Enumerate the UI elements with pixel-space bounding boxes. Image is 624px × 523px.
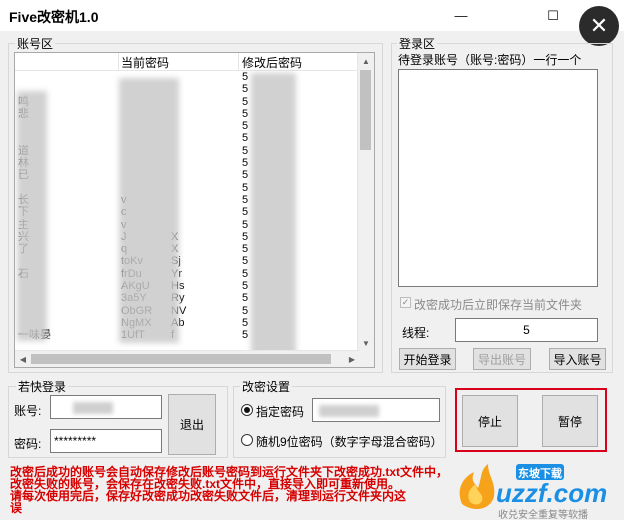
new-password-cell: 5 (242, 267, 249, 280)
notice-line: 误 (10, 501, 23, 515)
password-input[interactable]: ********* (50, 429, 162, 453)
start-login-button[interactable]: 开始登录 (399, 348, 456, 370)
account-label: 账号: (14, 404, 42, 418)
table-row[interactable]: 已5 (15, 169, 360, 181)
new-password-cell: 5 (242, 230, 249, 243)
table-row[interactable]: NgMX5Ab (15, 317, 360, 329)
title-bar: Five改密机1.0 — ☐ (0, 0, 624, 31)
redaction-blur (17, 91, 47, 341)
column-header-new-password[interactable]: 修改后密码 (242, 54, 302, 71)
watermark-brand: uzzf.com (496, 478, 608, 508)
accounts-group-label: 账号区 (15, 35, 56, 52)
list-rows: 55鸣5悲555道5林5已55长v5下c5主v5兴J5X了q5XtoKv5Sj石… (15, 71, 360, 342)
new-password-cell: 5 (242, 95, 249, 108)
login-group-label: 登录区 (397, 35, 438, 52)
export-accounts-button[interactable]: 导出账号 (473, 348, 531, 370)
import-accounts-button[interactable]: 导入账号 (549, 348, 606, 370)
new-password-cell: 5 (242, 169, 249, 182)
new-password-cell: 5 (242, 206, 249, 219)
password-label: 密码: (14, 437, 42, 451)
new-password-cell: 5 (242, 255, 249, 268)
table-row[interactable]: 道5 (15, 145, 360, 157)
close-button[interactable]: ✕ (579, 6, 619, 46)
table-row[interactable]: 长v5 (15, 194, 360, 206)
column-header-current-password[interactable]: 当前密码 (121, 54, 169, 71)
save-checkbox[interactable]: ✓ (400, 297, 411, 308)
specified-password-input[interactable] (312, 398, 440, 422)
new-password-cell: 5 (242, 329, 249, 342)
table-row[interactable]: 石frDu5Yr (15, 268, 360, 280)
close-icon: ✕ (589, 13, 609, 38)
table-row[interactable]: 5 (15, 83, 360, 95)
table-row[interactable]: toKv5Sj (15, 255, 360, 267)
scroll-thumb[interactable] (360, 70, 371, 150)
watermark-logo: 东坡下载 uzzf.com 收兑安全重复等软播 (452, 458, 624, 521)
threads-input[interactable]: 5 (455, 318, 598, 342)
scroll-left-icon[interactable]: ◀ (15, 351, 31, 367)
random-password-radio[interactable] (241, 434, 253, 446)
logout-button[interactable]: 退出 (168, 394, 216, 455)
scroll-right-icon[interactable]: ▶ (344, 351, 360, 367)
new-password-cell: 5 (242, 181, 249, 194)
pending-accounts-label: 待登录账号（账号:密码）一行一个 (398, 53, 582, 67)
scroll-down-icon[interactable]: ▼ (358, 335, 374, 351)
new-password-cell: 5 (242, 144, 249, 157)
account-input[interactable] (50, 395, 162, 419)
app-window: Five改密机1.0 — ☐ ✕ 账号区 当前密码 修改后密码 55鸣5悲555… (0, 0, 624, 521)
table-row[interactable]: 一味晏1UfT5f (15, 329, 360, 341)
table-row[interactable]: 5 (15, 120, 360, 132)
table-row[interactable]: 主v5 (15, 219, 360, 231)
window-title: Five改密机1.0 (9, 9, 99, 25)
table-row[interactable]: ObGR5NV (15, 305, 360, 317)
specified-password-label: 指定密码 (256, 405, 305, 419)
threads-label: 线程: (402, 326, 430, 340)
horizontal-scrollbar[interactable]: ◀ ▶ (15, 350, 360, 367)
new-password-cell: 5 (242, 132, 249, 145)
table-row[interactable]: 悲5 (15, 108, 360, 120)
redaction-blur (73, 402, 113, 414)
new-password-cell: 5 (242, 120, 249, 133)
table-row[interactable]: 5 (15, 71, 360, 83)
minimize-button[interactable]: — (438, 0, 484, 31)
random-password-label: 随机9位密码（数字字母混合密码） (256, 435, 443, 449)
notice-text: 改密后成功的账号会自动保存修改后账号密码到运行文件夹下改密成功.txt文件中， … (10, 466, 470, 514)
new-password-cell: 5 (242, 304, 249, 317)
table-row[interactable]: 林5 (15, 157, 360, 169)
save-checkbox-label: 改密成功后立即保存当前文件夹 (414, 298, 583, 312)
accounts-list[interactable]: 当前密码 修改后密码 55鸣5悲555道5林5已55长v5下c5主v5兴J5X了… (14, 52, 375, 368)
new-password-cell: 5 (242, 193, 249, 206)
new-password-cell: 5 (242, 83, 249, 96)
table-row[interactable]: 5 (15, 182, 360, 194)
table-row[interactable]: 了q5X (15, 243, 360, 255)
notice-line: 请每次使用完后，保存好改密成功改密失败文件后，清理到运行文件夹内这 (10, 489, 407, 503)
new-password-cell: 5 (242, 71, 249, 83)
table-row[interactable]: 鸣5 (15, 96, 360, 108)
pending-accounts-textarea[interactable] (398, 69, 598, 287)
scroll-thumb-horizontal[interactable] (31, 354, 331, 364)
list-header: 当前密码 修改后密码 (15, 53, 360, 71)
new-password-cell: 5 (242, 218, 249, 231)
redaction-blur (319, 405, 379, 417)
new-password-cell: 5 (242, 292, 249, 305)
highlight-box (455, 388, 607, 452)
scroll-up-icon[interactable]: ▲ (358, 53, 374, 69)
maximize-button[interactable]: ☐ (530, 0, 576, 31)
new-password-cell: 5 (242, 157, 249, 170)
vertical-scrollbar[interactable]: ▲ ▼ (357, 53, 374, 367)
watermark-slogan: 收兑安全重复等软播 (498, 510, 588, 521)
specified-password-radio[interactable] (241, 404, 253, 416)
new-password-cell: 5 (242, 243, 249, 256)
redaction-blur (119, 78, 179, 343)
table-row[interactable]: 3a5Y5Ry (15, 292, 360, 304)
redaction-blur (251, 73, 296, 363)
table-row[interactable]: 兴J5X (15, 231, 360, 243)
table-row[interactable]: AKgU5Hs (15, 280, 360, 292)
new-password-cell: 5 (242, 316, 249, 329)
new-password-cell: 5 (242, 280, 249, 293)
table-row[interactable]: 下c5 (15, 206, 360, 218)
quick-login-group-label: 若快登录 (16, 378, 69, 395)
new-password-cell: 5 (242, 107, 249, 120)
table-row[interactable]: 5 (15, 132, 360, 144)
password-settings-group-label: 改密设置 (240, 378, 293, 395)
